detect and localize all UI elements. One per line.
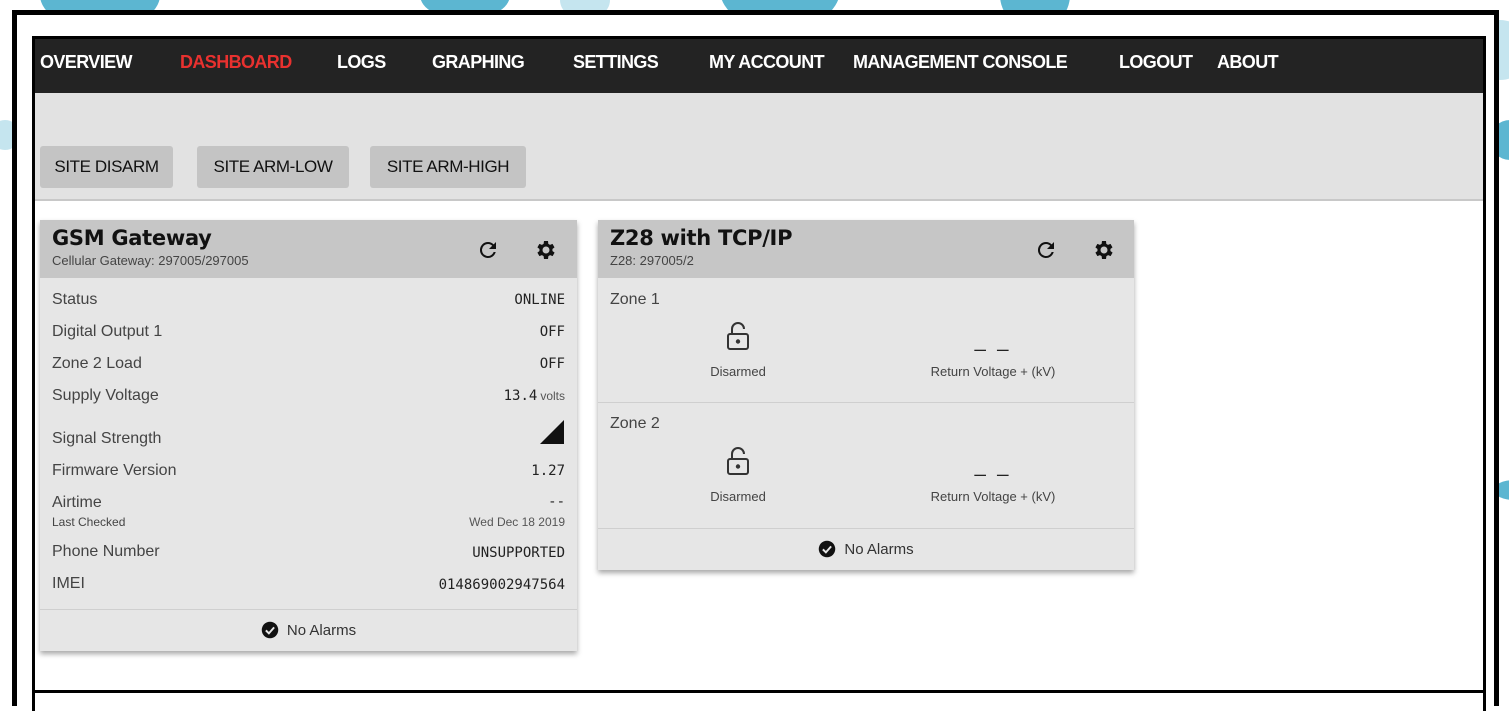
unlocked-padlock-icon <box>726 446 750 476</box>
airtime-last-checked-value: Wed Dec 18 2019 <box>469 515 565 529</box>
card-title: GSM Gateway <box>52 226 212 250</box>
alarm-status-text: No Alarms <box>844 541 914 558</box>
supply-voltage-label: Supply Voltage <box>52 387 159 404</box>
check-circle-icon <box>261 621 279 639</box>
imei-label: IMEI <box>52 575 85 592</box>
gear-icon[interactable] <box>1092 238 1116 262</box>
card-subtitle: Cellular Gateway: 297005/297005 <box>52 253 249 268</box>
digital-output-label: Digital Output 1 <box>52 323 163 340</box>
supply-voltage-unit: volts <box>540 389 565 403</box>
nav-about[interactable]: ABOUT <box>1217 52 1279 73</box>
z28-card: Z28 with TCP/IP Z28: 297005/2 Zone 1 Dis… <box>598 220 1134 570</box>
zone-1-voltage-value: _ _ <box>974 330 1012 352</box>
top-navigation: OVERVIEW DASHBOARD LOGS GRAPHING SETTING… <box>35 39 1483 93</box>
site-arm-high-button[interactable]: SITE ARM-HIGH <box>370 146 526 188</box>
signal-strength-label: Signal Strength <box>52 430 162 447</box>
unlocked-padlock-icon <box>726 321 750 351</box>
card-subtitle: Z28: 297005/2 <box>610 253 694 268</box>
nav-my-account[interactable]: MY ACCOUNT <box>709 52 825 73</box>
nav-graphing[interactable]: GRAPHING <box>432 52 525 73</box>
card-title: Z28 with TCP/IP <box>610 226 793 250</box>
app-viewport: OVERVIEW DASHBOARD LOGS GRAPHING SETTING… <box>32 36 1486 711</box>
zone-divider <box>598 402 1134 403</box>
gsm-gateway-card: GSM Gateway Cellular Gateway: 297005/297… <box>40 220 577 651</box>
airtime-label: Airtime <box>52 494 102 511</box>
nav-overview[interactable]: OVERVIEW <box>40 52 132 73</box>
alarm-status: No Alarms <box>40 609 577 652</box>
nav-management-console[interactable]: MANAGEMENT CONSOLE <box>853 52 1068 73</box>
zone-1-label: Zone 1 <box>610 291 660 308</box>
card-header: GSM Gateway Cellular Gateway: 297005/297… <box>40 220 577 278</box>
zone-2-voltage-value: _ _ <box>974 455 1012 477</box>
airtime-value: -- <box>548 494 565 510</box>
digital-output-value: OFF <box>539 324 565 340</box>
phone-number-label: Phone Number <box>52 543 160 560</box>
signal-strength-icon <box>540 420 564 444</box>
nav-logs[interactable]: LOGS <box>337 52 386 73</box>
refresh-icon[interactable] <box>1034 238 1058 262</box>
status-label: Status <box>52 291 98 308</box>
arm-toolbar: SITE DISARM SITE ARM-LOW SITE ARM-HIGH <box>35 93 1483 201</box>
outer-frame: OVERVIEW DASHBOARD LOGS GRAPHING SETTING… <box>12 10 1499 711</box>
refresh-icon[interactable] <box>476 238 500 262</box>
zone-2-voltage-label: Return Voltage + (kV) <box>930 489 1056 504</box>
frame-bottom-border <box>33 690 1486 693</box>
firmware-version-value: 1.27 <box>531 463 565 479</box>
alarm-status: No Alarms <box>598 528 1134 571</box>
check-circle-icon <box>818 540 836 558</box>
zone-1-state: Disarmed <box>710 364 766 379</box>
airtime-last-checked-label: Last Checked <box>52 515 126 529</box>
zone-2-load-value: OFF <box>539 356 565 372</box>
site-arm-low-button[interactable]: SITE ARM-LOW <box>197 146 349 188</box>
phone-number-value: UNSUPPORTED <box>472 545 565 561</box>
status-value: ONLINE <box>514 292 565 308</box>
nav-settings[interactable]: SETTINGS <box>573 52 659 73</box>
supply-voltage-value: 13.4 volts <box>504 388 565 404</box>
firmware-version-label: Firmware Version <box>52 462 177 479</box>
card-header: Z28 with TCP/IP Z28: 297005/2 <box>598 220 1134 278</box>
zone-2-state: Disarmed <box>710 489 766 504</box>
nav-logout[interactable]: LOGOUT <box>1119 52 1193 73</box>
zone-1-voltage-label: Return Voltage + (kV) <box>930 364 1056 379</box>
zone-2-load-label: Zone 2 Load <box>52 355 142 372</box>
zone-2-label: Zone 2 <box>610 415 660 432</box>
alarm-status-text: No Alarms <box>286 622 357 639</box>
site-disarm-button[interactable]: SITE DISARM <box>40 146 173 188</box>
supply-voltage-number: 13.4 <box>503 388 538 404</box>
nav-dashboard[interactable]: DASHBOARD <box>180 52 292 73</box>
imei-value: 014869002947564 <box>438 577 565 593</box>
gear-icon[interactable] <box>534 238 558 262</box>
